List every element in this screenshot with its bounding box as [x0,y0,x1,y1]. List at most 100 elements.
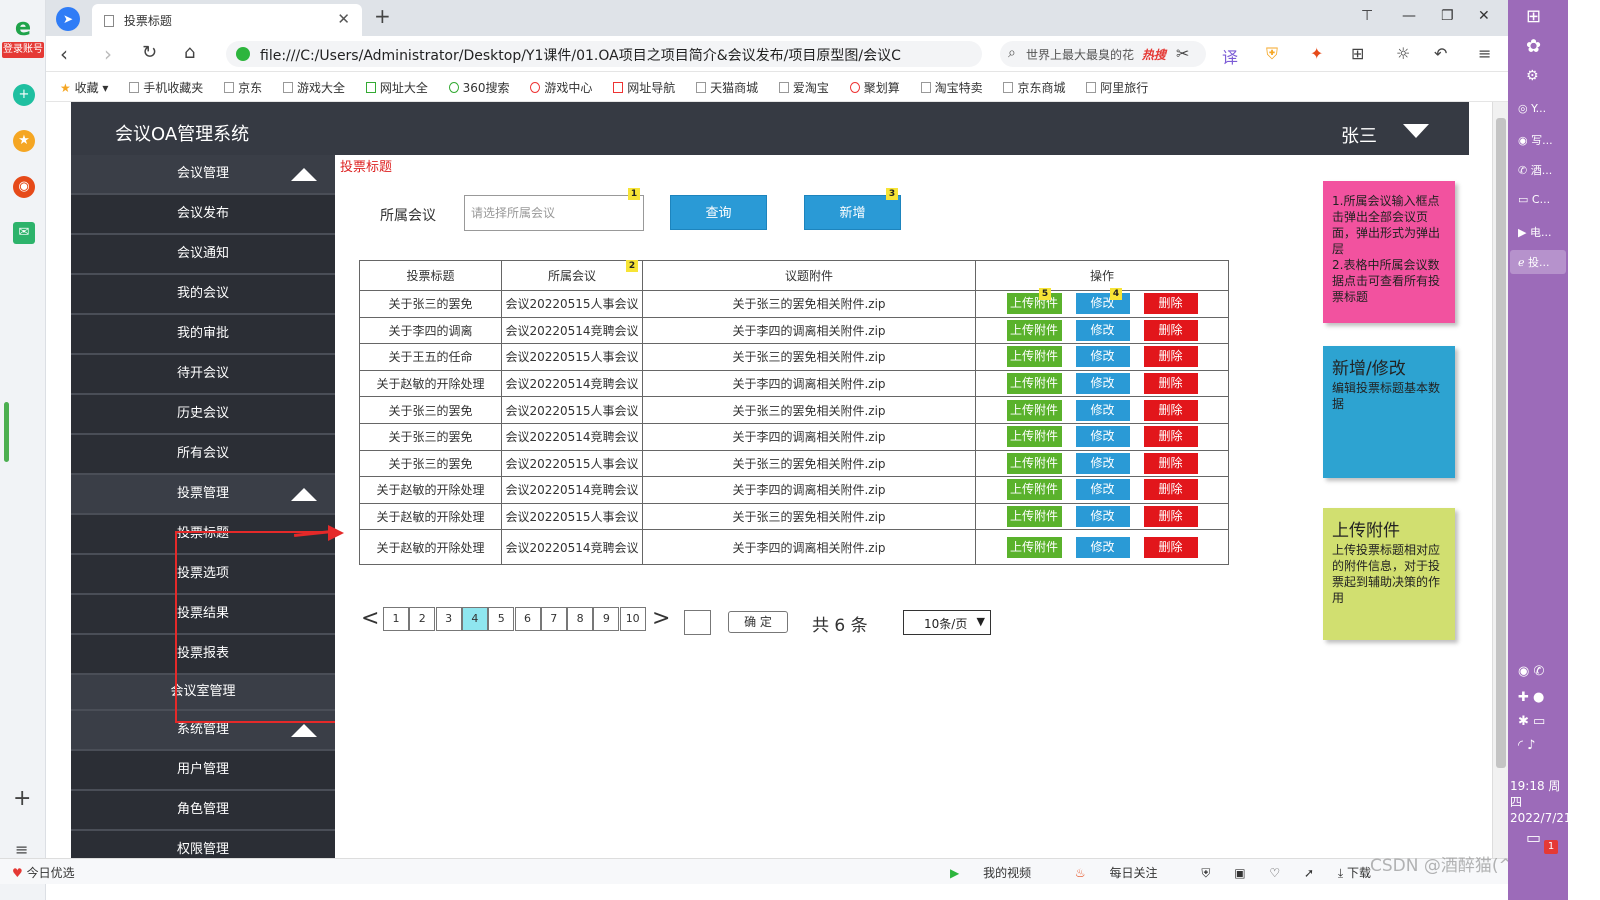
edit-button[interactable]: 修改 [1075,373,1130,395]
meeting-link-cell[interactable]: 会议20220515人事会议 [501,290,643,318]
sidebar-item-pending[interactable]: 待开会议 [71,355,335,395]
upload-button[interactable]: 上传附件 [1006,452,1062,474]
home-icon[interactable]: ⌂ [184,42,195,63]
edit-button[interactable]: 修改 [1075,346,1130,368]
taskbar-app[interactable]: ▶ 电... [1510,220,1566,244]
login-badge[interactable]: 登录账号 [2,42,44,58]
bluetooth-icon[interactable]: ✱ ▭ [1518,714,1545,729]
prev-page-button[interactable]: < [361,606,379,631]
bookmark-item[interactable]: ★ 收藏 ▾ [60,79,108,96]
bookmark-item[interactable]: 游戏大全 [282,79,345,96]
bookmark-item[interactable]: 京东 [224,79,262,96]
collapse-icon[interactable] [291,488,317,501]
collapse-icon[interactable] [291,168,317,181]
bookmark-item[interactable]: 网址大全 [365,79,428,96]
delete-button[interactable]: 删除 [1143,373,1198,395]
scrollbar-thumb[interactable] [1496,118,1506,768]
add-panel-icon[interactable]: + [13,786,31,811]
sidebar-group-meeting[interactable]: 会议管理 [71,155,335,195]
page-number-button[interactable]: 5 [488,607,515,631]
taskbar-app-active[interactable]: ℯ 投... [1510,250,1566,274]
browser-tab[interactable]: 投票标题 ✕ [92,4,362,36]
page-number-button[interactable]: 9 [593,607,620,631]
upload-button[interactable]: 上传附件 [1006,399,1062,421]
daily-follow-link[interactable]: ♨ 每日关注 [1075,866,1178,880]
brightness-icon[interactable]: ☼ [1396,44,1410,63]
meeting-link-cell[interactable]: 会议20220515人事会议 [501,343,643,371]
undo-icon[interactable]: ↶ [1434,44,1447,63]
taskbar-app[interactable]: ✆ 酒... [1510,158,1566,182]
meeting-link-cell[interactable]: 会议20220514竞聘会议 [501,369,643,398]
tshirt-icon[interactable]: ⊤ [1361,8,1373,24]
page-number-button[interactable]: 8 [567,607,594,631]
bookmark-item[interactable]: 爱淘宝 [778,79,829,96]
windows-start-icon[interactable]: ⊞ [1526,6,1541,27]
shield-icon[interactable]: ⛨ [1266,44,1278,64]
edit-button[interactable]: 修改 [1075,426,1130,448]
sidebar-item-publish[interactable]: 会议发布 [71,195,335,235]
meeting-link-cell[interactable]: 会议20220514竞聘会议 [501,316,643,345]
reload-icon[interactable]: ↻ [142,42,157,63]
back-icon[interactable]: ‹ [60,42,68,66]
settings-icon[interactable]: ⚙ [1526,68,1539,84]
meeting-link-cell[interactable]: 会议20220514竞聘会议 [501,476,643,504]
taskbar-app[interactable]: ◎ Y... [1510,98,1566,122]
bookmark-item[interactable]: 聚划算 [849,79,900,96]
page-size-select[interactable]: 10条/页 ▼ [903,610,991,635]
delete-button[interactable]: 删除 [1143,399,1198,421]
sidebar-item-roles[interactable]: 角色管理 [71,791,335,831]
close-window-icon[interactable]: ✕ [1478,8,1490,24]
user-dropdown-icon[interactable] [1403,124,1429,138]
page-number-button[interactable]: 1 [383,607,409,631]
url-input[interactable]: file:///C:/Users/Administrator/Desktop/Y… [226,41,982,67]
page-confirm-button[interactable]: 确 定 [728,611,788,633]
delete-button[interactable]: 删除 [1143,319,1198,341]
apps-grid-icon[interactable]: ⊞ [1351,44,1364,63]
page-number-button[interactable]: 4 [461,607,488,631]
browser-menu-icon[interactable]: ≡ [1478,44,1491,63]
edit-button[interactable]: 修改 [1075,479,1130,501]
next-page-button[interactable]: > [652,606,670,631]
close-tab-icon[interactable]: ✕ [337,10,350,28]
meeting-link-cell[interactable]: 会议20220514竞聘会议 [501,529,643,566]
page-number-button[interactable]: 6 [514,607,541,631]
game-icon[interactable]: ✦ [1310,44,1323,63]
taskbar-app[interactable]: ▭ C... [1510,189,1566,213]
bookmark-item[interactable]: 游戏中心 [530,79,592,96]
upload-button[interactable]: 上传附件 [1006,479,1062,501]
taskbar-app[interactable]: ◉ 写... [1510,128,1566,152]
cortana-icon[interactable]: ✿ [1526,36,1541,57]
image-icon[interactable]: ▣ [1234,866,1245,880]
delete-button[interactable]: 删除 [1143,293,1198,315]
meeting-link-cell[interactable]: 会议20220515人事会议 [501,502,643,531]
rocket-icon[interactable]: ➚ [1304,866,1314,880]
delete-button[interactable]: 删除 [1143,346,1198,368]
forward-icon[interactable]: › [104,42,112,66]
star-icon[interactable]: ★ [13,130,35,152]
edit-button[interactable]: 修改 [1075,399,1130,421]
taskbar-clock[interactable]: 19:18 周四 2022/7/21 [1510,778,1572,826]
sidebar-item-my-approvals[interactable]: 我的审批 [71,315,335,355]
mail-icon[interactable]: ✉ [13,222,35,244]
meeting-select-input[interactable] [464,195,644,231]
my-video-link[interactable]: ▶ 我的视频 [950,866,1051,880]
network-volume-icon[interactable]: ◜ ♪ [1518,738,1535,753]
tray-icons[interactable]: ◉ ✆ [1518,664,1544,679]
meeting-link-cell[interactable]: 会议20220515人事会议 [501,396,643,424]
sidebar-item-users[interactable]: 用户管理 [71,751,335,791]
bookmark-item[interactable]: 京东商城 [1003,79,1065,96]
weibo-icon[interactable]: ◉ [13,176,35,198]
page-number-button[interactable]: 7 [540,607,567,631]
bookmark-item[interactable]: 阿里旅行 [1086,79,1148,96]
page-scrollbar[interactable] [1492,102,1508,858]
bookmark-item[interactable]: 360搜索 [448,79,510,96]
meeting-link-cell[interactable]: 会议20220514竞聘会议 [501,422,643,451]
query-button[interactable]: 查询 [670,195,767,230]
delete-button[interactable]: 删除 [1143,426,1198,448]
bookmark-item[interactable]: 手机收藏夹 [129,79,203,96]
sidebar-item-notice[interactable]: 会议通知 [71,235,335,275]
meeting-link-cell[interactable]: 会议20220515人事会议 [501,449,643,478]
browser-logo-icon[interactable]: e [6,14,40,40]
upload-button[interactable]: 上传附件 [1006,373,1062,395]
edit-button[interactable]: 修改 [1075,452,1130,474]
